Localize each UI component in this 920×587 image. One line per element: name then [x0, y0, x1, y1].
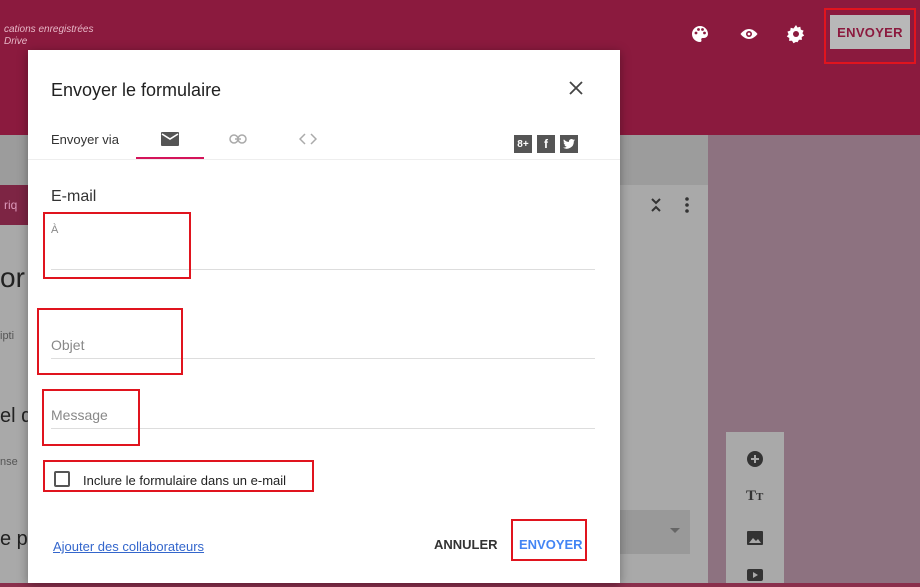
add-collaborators-link[interactable]: Ajouter des collaborateurs	[53, 539, 204, 554]
section-tab-fragment: riq	[0, 185, 28, 225]
answer-fragment: nse	[0, 456, 18, 468]
email-section-title: E-mail	[51, 188, 97, 205]
facebook-icon[interactable]: f	[537, 135, 555, 153]
add-image-icon[interactable]	[746, 530, 764, 551]
palette-icon[interactable]	[690, 24, 714, 48]
add-video-icon[interactable]	[746, 568, 764, 587]
collapse-icon[interactable]	[648, 195, 664, 220]
add-question-icon[interactable]	[746, 450, 764, 473]
tab-email[interactable]	[158, 124, 182, 154]
form-title-fragment: or	[0, 262, 25, 293]
google-plus-icon[interactable]: 8+	[514, 135, 532, 153]
twitter-icon[interactable]	[560, 135, 578, 153]
highlight-to-field	[43, 212, 191, 279]
more-vert-icon[interactable]	[684, 195, 690, 220]
gear-icon[interactable]	[786, 24, 810, 48]
highlight-include-checkbox	[43, 460, 314, 492]
email-icon	[161, 132, 179, 146]
dialog-title: Envoyer le formulaire	[51, 80, 222, 100]
tab-link[interactable]	[226, 124, 250, 154]
highlight-subject-field	[37, 308, 183, 375]
code-icon	[299, 133, 317, 145]
dropdown-arrow-icon	[670, 528, 680, 533]
save-status-text: cations enregistrées	[4, 24, 94, 35]
side-toolbar: TT	[726, 432, 784, 583]
close-icon[interactable]	[564, 76, 588, 100]
tabs-divider	[28, 159, 620, 160]
highlight-send-top	[824, 8, 916, 64]
eye-icon[interactable]	[738, 24, 762, 48]
highlight-send-button	[511, 519, 587, 561]
send-via-label: Envoyer via	[51, 132, 119, 147]
add-title-icon[interactable]: TT	[746, 488, 763, 505]
link-icon	[229, 134, 247, 144]
section-tab-text: riq	[4, 198, 18, 212]
form-desc-fragment: ipti	[0, 330, 15, 342]
save-status-location: Drive	[4, 36, 28, 47]
tab-embed[interactable]	[296, 124, 320, 154]
save-status: cations enregistrées Drive	[4, 24, 94, 48]
highlight-message-field	[42, 389, 140, 446]
cancel-button[interactable]: ANNULER	[434, 537, 498, 552]
question-2-fragment: e p	[0, 528, 28, 550]
